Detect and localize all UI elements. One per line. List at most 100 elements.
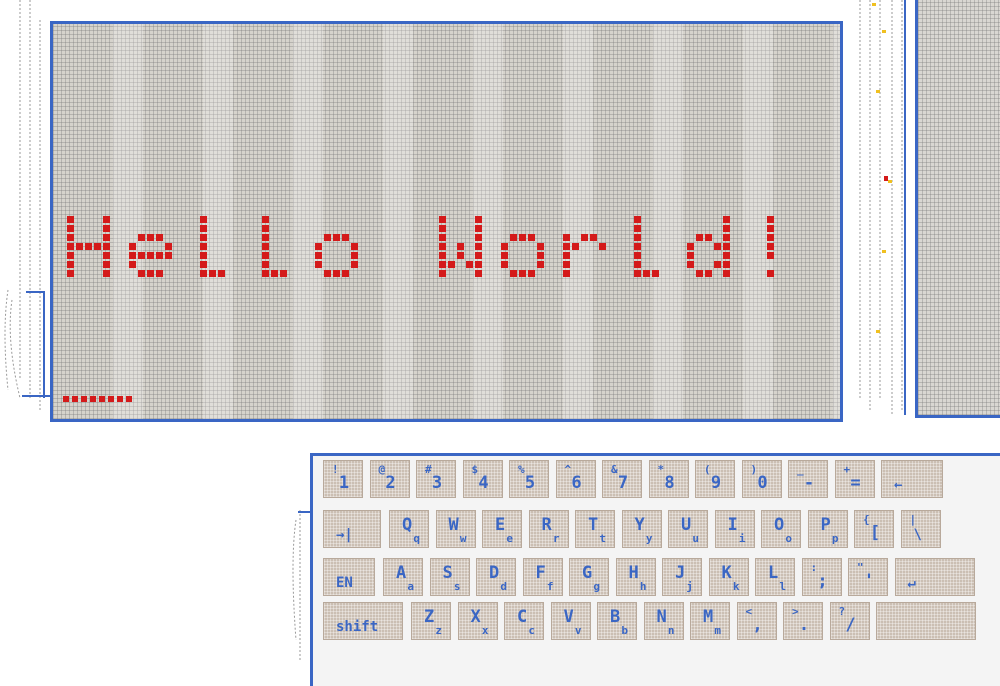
key-j[interactable]: jJ bbox=[662, 558, 702, 596]
key-r3k8[interactable]: <, bbox=[736, 602, 777, 640]
key-primary-label: Y bbox=[634, 515, 645, 535]
key-2[interactable]: @2 bbox=[369, 460, 410, 498]
display-message bbox=[67, 216, 774, 277]
key-primary-label: M bbox=[703, 607, 714, 627]
key-secondary-label: j bbox=[686, 580, 693, 593]
key-secondary-label: ? bbox=[838, 605, 846, 618]
key-r2k12[interactable]: ↵ bbox=[894, 558, 975, 596]
key-secondary-label: h bbox=[639, 580, 647, 593]
key-l[interactable]: lL bbox=[755, 558, 795, 596]
key-primary-label: U bbox=[681, 515, 692, 535]
key-secondary-label: : bbox=[810, 561, 818, 574]
key-n[interactable]: nN bbox=[643, 602, 684, 640]
key-secondary-label: a bbox=[407, 580, 414, 593]
key-r0k12[interactable]: ← bbox=[881, 460, 943, 498]
key-1[interactable]: ! 1 bbox=[323, 460, 363, 498]
key-i[interactable]: iI bbox=[714, 510, 755, 548]
key-x[interactable]: xX bbox=[457, 602, 498, 640]
key-d[interactable]: dD bbox=[476, 558, 516, 596]
key-primary-label: shift bbox=[336, 619, 379, 635]
key-r1k11[interactable]: {[ bbox=[854, 510, 894, 548]
key-primary-label: P bbox=[820, 515, 831, 535]
key-y[interactable]: yY bbox=[621, 510, 662, 548]
key-primary-label: C bbox=[517, 607, 528, 627]
key-primary-label: 4 bbox=[478, 473, 489, 493]
key-r0k11[interactable]: + = bbox=[834, 460, 875, 498]
key-a[interactable]: aA bbox=[383, 558, 423, 596]
key-primary-label: EN bbox=[336, 575, 353, 591]
key-secondary-label: & bbox=[611, 463, 618, 476]
key-secondary-label: y bbox=[645, 532, 653, 545]
key-primary-label: 1 bbox=[338, 473, 350, 493]
key-c[interactable]: cC bbox=[504, 602, 544, 640]
key-r2k10[interactable]: :; bbox=[801, 558, 842, 596]
key-primary-label: [ bbox=[869, 523, 881, 543]
key-secondary-label: " bbox=[857, 561, 864, 574]
key-8[interactable]: * 8 bbox=[648, 460, 689, 498]
key-g[interactable]: gG bbox=[569, 558, 609, 596]
key-t[interactable]: tT bbox=[575, 510, 615, 548]
key-3[interactable]: #3 bbox=[416, 460, 456, 498]
key-secondary-label: ) bbox=[750, 463, 758, 476]
key-secondary-label: q bbox=[413, 532, 420, 545]
key-b[interactable]: bB bbox=[597, 602, 637, 640]
display-message-text: Hello World! bbox=[53, 24, 54, 25]
key-primary-label: 0 bbox=[757, 473, 768, 493]
key-primary-label: I bbox=[727, 515, 738, 535]
key-primary-label: ↵ bbox=[907, 575, 916, 591]
key-o[interactable]: oO bbox=[761, 510, 801, 548]
key-6[interactable]: ^ 6 bbox=[555, 460, 596, 498]
key-r[interactable]: rR bbox=[528, 510, 569, 548]
key-m[interactable]: mM bbox=[690, 602, 730, 640]
key-k[interactable]: kK bbox=[708, 558, 749, 596]
key-r2k11[interactable]: " ' bbox=[848, 558, 888, 596]
key-e[interactable]: eE bbox=[482, 510, 522, 548]
key-r3k11[interactable] bbox=[876, 602, 976, 640]
key-r1k0[interactable]: →| bbox=[323, 510, 381, 548]
key-secondary-label: k bbox=[732, 580, 740, 593]
key-secondary-label: r bbox=[552, 532, 560, 545]
key-primary-label: A bbox=[396, 563, 407, 583]
key-r3k9[interactable]: >. bbox=[783, 602, 823, 640]
key-shift[interactable]: shift bbox=[323, 602, 403, 640]
key-u[interactable]: uU bbox=[668, 510, 708, 548]
key-primary-label: O bbox=[774, 515, 785, 535]
key-secondary-label: x bbox=[481, 624, 489, 637]
key-w[interactable]: wW bbox=[435, 510, 476, 548]
key-7[interactable]: & 7 bbox=[602, 460, 642, 498]
key-primary-label: , bbox=[752, 615, 763, 635]
key-primary-label: 5 bbox=[524, 473, 536, 493]
key-5[interactable]: % 5 bbox=[509, 460, 549, 498]
side-memory-panel bbox=[915, 0, 1000, 418]
key-primary-label: →| bbox=[336, 527, 353, 543]
key-secondary-label: # bbox=[425, 463, 432, 476]
key-p[interactable]: pP bbox=[807, 510, 848, 548]
key-primary-label: L bbox=[768, 563, 779, 583]
key-r1k12[interactable]: | \ bbox=[900, 510, 941, 548]
key-secondary-label: ( bbox=[704, 463, 711, 476]
key-secondary-label: < bbox=[745, 605, 753, 618]
key-en[interactable]: EN bbox=[323, 558, 375, 596]
key-primary-label: R bbox=[541, 515, 552, 535]
key-r0k10[interactable]: _ - bbox=[788, 460, 828, 498]
key-primary-label: . bbox=[798, 615, 810, 635]
key-q[interactable]: qQ bbox=[389, 510, 429, 548]
key-secondary-label: d bbox=[500, 580, 507, 593]
key-r3k10[interactable]: ? / bbox=[829, 602, 870, 640]
key-0[interactable]: ) 0 bbox=[741, 460, 782, 498]
key-secondary-label: | bbox=[909, 513, 917, 526]
key-9[interactable]: (9 bbox=[695, 460, 735, 498]
key-primary-label: - bbox=[803, 473, 815, 493]
key-s[interactable]: sS bbox=[429, 558, 470, 596]
key-z[interactable]: zZ bbox=[411, 602, 451, 640]
key-v[interactable]: vV bbox=[550, 602, 591, 640]
key-primary-label: ← bbox=[894, 477, 903, 493]
key-primary-label: V bbox=[563, 607, 574, 627]
led-display: Hello World! bbox=[50, 21, 843, 422]
key-4[interactable]: $4 bbox=[462, 460, 503, 498]
key-h[interactable]: hH bbox=[615, 558, 656, 596]
key-primary-label: E bbox=[495, 515, 506, 535]
key-primary-label: S bbox=[442, 563, 453, 583]
key-f[interactable]: fF bbox=[522, 558, 563, 596]
key-secondary-label: > bbox=[792, 605, 799, 618]
